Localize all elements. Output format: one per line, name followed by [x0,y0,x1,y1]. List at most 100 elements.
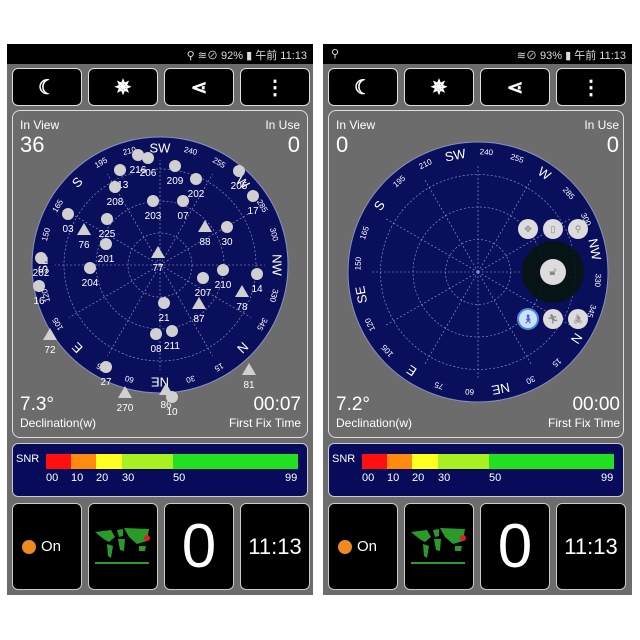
snr-color-segment [387,454,412,469]
satellite-label: 77 [152,263,164,274]
pin-icon: ⚲ [575,224,582,234]
snr-legend: SNR 00 10 20 30 50 99 [328,443,624,497]
compass-label: 330 [593,273,603,287]
snr-label: SNR [332,453,356,465]
clock-tile[interactable]: 11:13 [556,503,626,590]
satellite-label: 10 [166,407,178,418]
snr-tick: 99 [601,472,614,484]
snr-tick: 10 [387,472,400,484]
satellite-marker[interactable] [33,280,45,292]
in-view-label: In View [20,118,60,132]
satellite-marker[interactable] [190,173,202,185]
first-fix-label: First Fix Time [548,416,620,430]
snr-color-segment [362,454,387,469]
satellite-marker[interactable] [114,164,126,176]
satellite-marker[interactable] [217,264,229,276]
satellite-marker[interactable] [221,221,233,233]
satellite-label: 76 [78,240,90,251]
satellite-marker[interactable] [242,363,256,375]
satellite-marker[interactable] [150,328,162,340]
satellite-marker[interactable] [233,165,245,177]
world-map-tile[interactable] [404,503,474,590]
gps-toggle-tile[interactable]: On [328,503,398,590]
gps-status: On [41,538,62,555]
satellites-used-count: 0 [497,511,533,581]
satellite-label: 27 [100,377,112,388]
satellite-marker[interactable] [62,208,74,220]
satellite-marker[interactable] [100,361,112,373]
snr-tick: 00 [46,472,59,484]
satellite-label: 88 [199,237,211,248]
map-icon: ▯ [551,224,556,234]
satellite-label: 16 [33,296,45,307]
compass-label: NW [270,254,285,276]
snr-tick: 99 [285,472,298,484]
satellite-marker[interactable] [84,262,96,274]
satellite-marker[interactable] [35,252,47,264]
unlock-icon: 🔓︎ [549,266,556,278]
in-view-label: In View [336,118,376,132]
compass-label: 60 [464,387,474,397]
satellite-marker[interactable] [166,391,178,403]
compass-label: 240 [479,147,493,157]
satellite-marker[interactable] [100,238,112,250]
bike-button[interactable]: 🚴︎ [568,309,588,329]
move-icon: ✥ [524,224,532,234]
satellite-label: 202 [188,189,205,200]
satellite-label: 21 [158,313,170,324]
satellite-marker[interactable] [142,152,154,164]
satellite-marker[interactable] [197,272,209,284]
walk-button[interactable]: 🚶︎ [517,308,539,330]
declination-value: 7.3° [20,394,55,415]
satellite-marker[interactable] [101,213,113,225]
satellites-used-tile[interactable]: 0 [164,503,234,590]
gps-status: On [357,538,378,555]
satellite-marker[interactable] [166,325,178,337]
clock-value: 11:13 [248,533,302,559]
satellite-label: 208 [107,197,124,208]
snr-tick: 00 [362,472,375,484]
clock-tile[interactable]: 11:13 [240,503,310,590]
satellite-marker[interactable] [109,181,121,193]
satellite-label: 07 [177,211,189,222]
compass-label: SW [150,141,172,156]
satellite-label: 203 [145,211,162,222]
gps-status-dot [338,540,352,554]
snr-color-segment [122,454,173,469]
gps-toggle-tile[interactable]: On [12,503,82,590]
satellite-marker[interactable] [251,268,263,280]
move-button[interactable]: ✥ [518,219,538,239]
satellite-label: 207 [195,288,212,299]
pin-button[interactable]: ⚲ [568,219,588,239]
in-use-label: In Use [265,118,300,132]
satellites-used-tile[interactable]: 0 [480,503,550,590]
satellite-label: 270 [117,403,134,414]
snr-tick: 20 [96,472,109,484]
satellite-label: 202 [33,268,50,279]
run-button[interactable]: 🏃︎ [543,309,563,329]
bike-icon: 🚴︎ [572,314,583,324]
satellite-label: 201 [98,254,115,265]
satellite-label: 205 [231,181,248,192]
satellite-label: 206 [140,168,157,179]
satellite-marker[interactable] [247,190,259,202]
satellite-marker[interactable] [158,297,170,309]
snr-color-segment [489,454,614,469]
satellite-marker[interactable] [147,195,159,207]
phone-screen-2: ⚲ ≋⊘ 93% ▮ 午前 11:13 ☾ ✵ ⋖ ⋮ N 15 30 NE 60 75 E 105 12… [323,44,632,595]
snr-legend: SNR 00 10 20 30 50 99 [12,443,308,497]
satellite-marker[interactable] [169,160,181,172]
snr-color-segment [173,454,298,469]
map-button[interactable]: ▯ [543,219,563,239]
in-use-label: In Use [584,118,619,132]
phone-screen-1: ⚲ ≋⊘ 92% ▮ 午前 11:13☾✵⋖⋮N1530NE6075E10512… [7,44,313,595]
satellite-marker[interactable] [177,195,189,207]
snr-color-segment [438,454,489,469]
unlock-button[interactable]: 🔓︎ [540,259,566,285]
snr-color-segment [412,454,438,469]
satellite-label: 87 [193,314,205,325]
world-map-tile[interactable] [88,503,158,590]
satellite-label: 211 [164,341,180,352]
declination-value: 7.2° [336,394,371,415]
snr-tick: 50 [173,472,186,484]
